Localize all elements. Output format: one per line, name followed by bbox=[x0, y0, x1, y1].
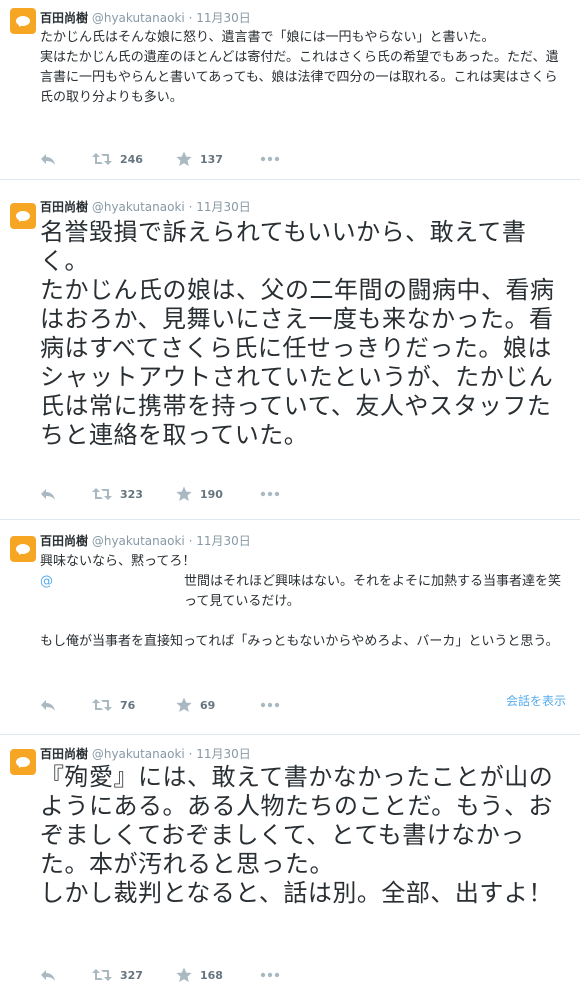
tweet-header: 百田尚樹 @hyakutanaoki · 11月30日 bbox=[40, 9, 251, 26]
separator-dot: · bbox=[188, 747, 193, 761]
favorite-count: 190 bbox=[200, 487, 223, 501]
more-button[interactable] bbox=[260, 151, 280, 167]
retweet-button[interactable]: 76 bbox=[92, 697, 135, 713]
more-button[interactable] bbox=[260, 486, 280, 502]
more-icon bbox=[260, 156, 280, 162]
reply-button[interactable] bbox=[40, 967, 56, 983]
tweet-actions: 246 137 bbox=[40, 151, 540, 167]
tweet-actions: 327 168 bbox=[40, 967, 540, 983]
tweet-text: たかじん氏はそんな娘に怒り、遺言書で「娘には一円もやらない」と書いた。 実はたか… bbox=[40, 30, 559, 105]
user-handle[interactable]: @hyakutanaoki bbox=[92, 747, 185, 761]
tweet-text-line: 興味ないなら、黙ってろ！ bbox=[40, 554, 196, 569]
retweet-icon bbox=[92, 153, 112, 165]
separator-dot: · bbox=[188, 11, 193, 25]
mention-link[interactable]: @ bbox=[40, 572, 53, 592]
more-icon bbox=[260, 702, 280, 708]
star-icon bbox=[176, 967, 192, 982]
favorite-count: 137 bbox=[200, 152, 223, 166]
favorite-count: 168 bbox=[200, 968, 223, 982]
reply-button[interactable] bbox=[40, 486, 56, 502]
avatar[interactable] bbox=[10, 203, 36, 229]
more-icon bbox=[260, 972, 280, 978]
quoted-text: 世間はそれほど興味はない。それをよそに加熱する当事者達を笑って見ているだけ。 bbox=[184, 574, 562, 609]
favorite-button[interactable]: 190 bbox=[176, 486, 223, 502]
retweet-icon bbox=[92, 488, 112, 500]
retweet-count: 246 bbox=[120, 152, 143, 166]
avatar[interactable] bbox=[10, 536, 36, 562]
tweet-text: 『殉愛』には、敢えて書かなかったことが山のようにある。ある人物たちのことだ。もう… bbox=[40, 763, 554, 907]
tweet-text: 名誉毀損で訴えられてもいいから、敢えて書く。 たかじん氏の娘は、父の二年間の闘病… bbox=[40, 218, 555, 449]
retweet-button[interactable]: 246 bbox=[92, 151, 143, 167]
reply-button[interactable] bbox=[40, 697, 56, 713]
star-icon bbox=[176, 151, 192, 166]
favorite-button[interactable]: 69 bbox=[176, 697, 215, 713]
tweet[interactable]: 百田尚樹 @hyakutanaoki · 11月30日 たかじん氏はそんな娘に怒… bbox=[0, 0, 580, 180]
user-handle[interactable]: @hyakutanaoki bbox=[92, 534, 185, 548]
tweet-text: 興味ないなら、黙ってろ！ @ 世間はそれほど興味はない。それをよそに加熱する当事… bbox=[40, 552, 566, 652]
retweet-button[interactable]: 323 bbox=[92, 486, 143, 502]
more-button[interactable] bbox=[260, 697, 280, 713]
favorite-count: 69 bbox=[200, 698, 216, 712]
tweet-timestamp[interactable]: 11月30日 bbox=[196, 534, 251, 548]
tweet-timestamp[interactable]: 11月30日 bbox=[196, 11, 251, 25]
tweet-timestamp[interactable]: 11月30日 bbox=[196, 747, 251, 761]
avatar[interactable] bbox=[10, 749, 36, 775]
tweet-header: 百田尚樹 @hyakutanaoki · 11月30日 bbox=[40, 745, 251, 762]
reply-button[interactable] bbox=[40, 151, 56, 167]
user-name[interactable]: 百田尚樹 bbox=[40, 534, 88, 548]
reply-icon bbox=[41, 489, 55, 500]
tweet-actions: 76 69 bbox=[40, 697, 540, 713]
star-icon bbox=[176, 486, 192, 501]
retweet-count: 76 bbox=[120, 698, 136, 712]
reply-icon bbox=[41, 970, 55, 981]
separator-dot: · bbox=[188, 534, 193, 548]
tweet[interactable]: 百田尚樹 @hyakutanaoki · 11月30日 『殉愛』には、敢えて書か… bbox=[0, 735, 580, 994]
separator-dot: · bbox=[188, 200, 193, 214]
tweet-header: 百田尚樹 @hyakutanaoki · 11月30日 bbox=[40, 198, 251, 215]
user-handle[interactable]: @hyakutanaoki bbox=[92, 11, 185, 25]
retweet-count: 323 bbox=[120, 487, 143, 501]
retweet-icon bbox=[92, 969, 112, 981]
user-name[interactable]: 百田尚樹 bbox=[40, 11, 88, 25]
tweet-text-line: @ 世間はそれほど興味はない。それをよそに加熱する当事者達を笑って見ているだけ。 bbox=[40, 572, 566, 612]
star-icon bbox=[176, 697, 192, 712]
tweet[interactable]: 百田尚樹 @hyakutanaoki · 11月30日 興味ないなら、黙ってろ！… bbox=[0, 520, 580, 735]
avatar[interactable] bbox=[10, 8, 36, 34]
more-button[interactable] bbox=[260, 967, 280, 983]
retweet-icon bbox=[92, 699, 112, 711]
user-name[interactable]: 百田尚樹 bbox=[40, 747, 88, 761]
retweet-button[interactable]: 327 bbox=[92, 967, 143, 983]
user-handle[interactable]: @hyakutanaoki bbox=[92, 200, 185, 214]
tweet[interactable]: 百田尚樹 @hyakutanaoki · 11月30日 名誉毀損で訴えられてもい… bbox=[0, 180, 580, 520]
user-name[interactable]: 百田尚樹 bbox=[40, 200, 88, 214]
tweet-timestamp[interactable]: 11月30日 bbox=[196, 200, 251, 214]
more-icon bbox=[260, 491, 280, 497]
favorite-button[interactable]: 168 bbox=[176, 967, 223, 983]
tweet-header: 百田尚樹 @hyakutanaoki · 11月30日 bbox=[40, 532, 251, 549]
favorite-button[interactable]: 137 bbox=[176, 151, 223, 167]
reply-icon bbox=[41, 154, 55, 165]
tweet-text-line: もし俺が当事者を直接知ってれば「みっともないからやめろよ、バーカ」というと思う。 bbox=[40, 634, 559, 649]
retweet-count: 327 bbox=[120, 968, 143, 982]
reply-icon bbox=[41, 700, 55, 711]
tweet-actions: 323 190 bbox=[40, 486, 540, 502]
